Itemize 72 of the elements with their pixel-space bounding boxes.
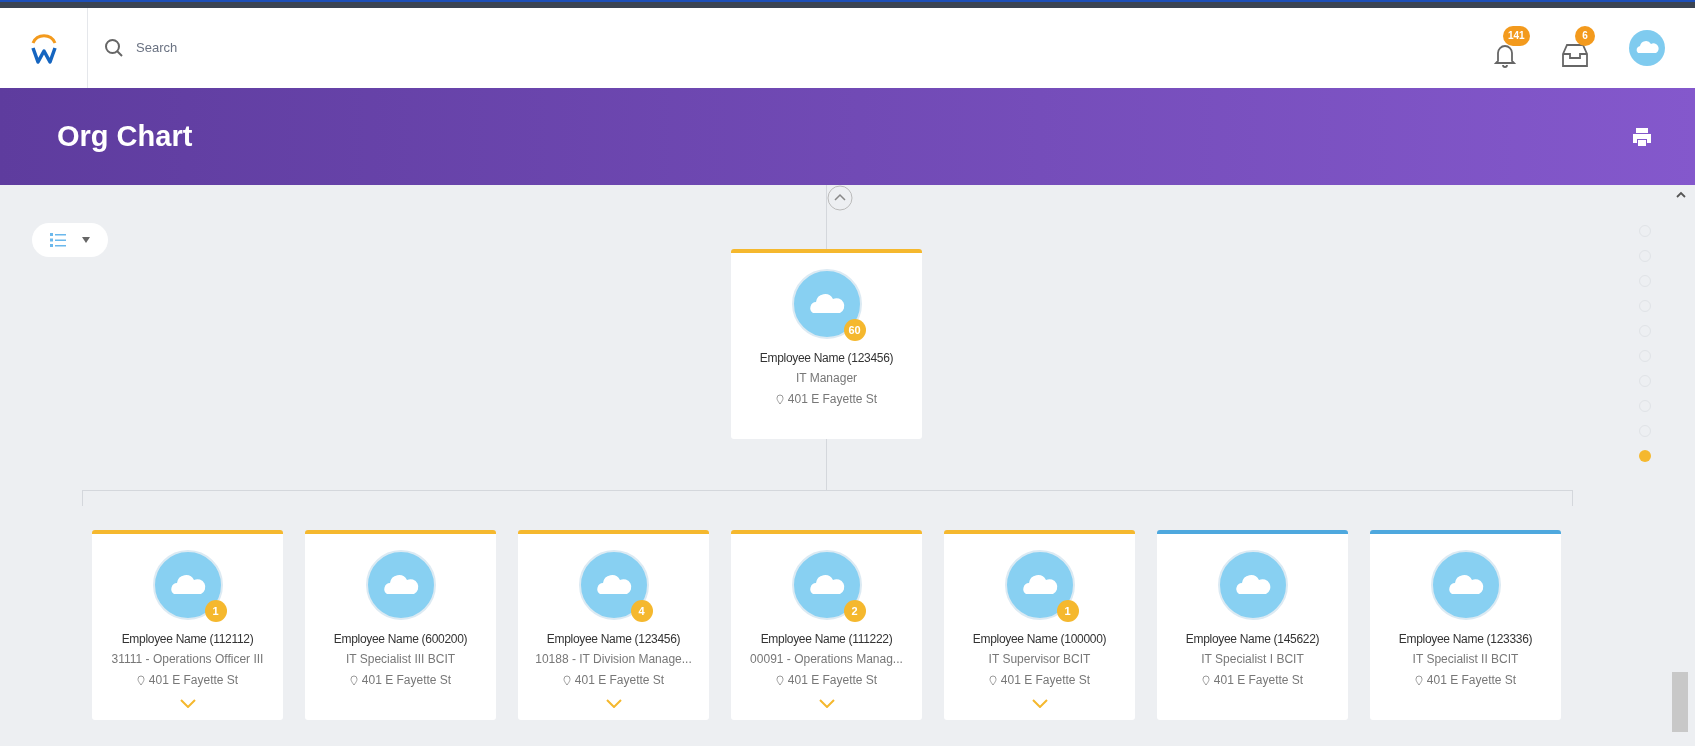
employee-card[interactable]: 1 Employee Name (100000) IT Supervisor BCIT 401 E Fayette St [944, 530, 1135, 720]
location: 401 E Fayette St [787, 391, 878, 408]
location: 401 E Fayette St [787, 672, 878, 689]
scrollbar-thumb[interactable] [1672, 672, 1688, 732]
search-icon [104, 38, 124, 58]
employee-card[interactable]: 4 Employee Name (123456) 10188 - IT Division Manage... 401 E Fayette St [518, 530, 709, 720]
avatar-icon [578, 550, 649, 620]
employee-card[interactable]: 1 Employee Name (112112) 31111 - Operations Officer III 401 E Fayette St [92, 530, 283, 720]
avatar-icon [152, 550, 223, 620]
notification-count: 141 [1503, 26, 1530, 46]
expand-chevron-icon[interactable] [1031, 699, 1048, 708]
avatar-icon[interactable] [1629, 30, 1665, 66]
collapse-up-icon[interactable] [827, 185, 853, 211]
scroll-up-icon[interactable] [1676, 191, 1686, 199]
job-title: IT Specialist I BCIT [1201, 651, 1304, 668]
job-title: IT Specialist III BCIT [345, 651, 456, 668]
print-icon[interactable] [1631, 125, 1653, 148]
employee-name: Employee Name (145622) [1185, 631, 1320, 648]
location: 401 E Fayette St [574, 672, 665, 689]
location-pin-icon [775, 674, 784, 686]
expand-chevron-icon[interactable] [179, 699, 196, 708]
report-count: 4 [630, 600, 653, 622]
employee-card[interactable]: Employee Name (145622) IT Specialist I BCIT 401 E Fayette St [1157, 530, 1348, 720]
location: 401 E Fayette St [1213, 672, 1304, 689]
employee-name: Employee Name (123336) [1398, 631, 1533, 648]
employee-name: Employee Name (123456) [546, 631, 681, 648]
location-pin-icon [136, 674, 145, 686]
employee-name: Employee Name (123456) [759, 350, 894, 367]
employee-card[interactable]: 2 Employee Name (111222) 00091 - Operations Manag... 401 E Fayette St [731, 530, 922, 720]
bell-icon[interactable] [1493, 42, 1517, 68]
report-count: 60 [843, 319, 866, 341]
location: 401 E Fayette St [361, 672, 452, 689]
expand-chevron-icon[interactable] [818, 699, 835, 708]
location-pin-icon [988, 674, 997, 686]
job-title: IT Manager [795, 370, 858, 387]
location-pin-icon [562, 674, 571, 686]
report-count: 2 [843, 600, 866, 622]
search-field[interactable]: Search [136, 38, 436, 58]
report-count: 1 [204, 600, 227, 622]
employee-name: Employee Name (100000) [972, 631, 1107, 648]
page-title: Org Chart [57, 118, 193, 154]
inbox-icon[interactable] [1560, 42, 1590, 68]
employee-card[interactable]: Employee Name (123336) IT Specialist II BCIT 401 E Fayette St [1370, 530, 1561, 720]
job-title: 31111 - Operations Officer III [111, 651, 264, 668]
expand-chevron-icon[interactable] [605, 699, 622, 708]
location: 401 E Fayette St [148, 672, 239, 689]
location-pin-icon [349, 674, 358, 686]
avatar-icon [791, 269, 862, 339]
location-pin-icon [775, 393, 784, 405]
employee-name: Employee Name (111222) [760, 631, 893, 648]
avatar-icon [1430, 550, 1501, 620]
avatar-icon [365, 550, 436, 620]
job-title: IT Specialist II BCIT [1412, 651, 1519, 668]
caret-icon [82, 237, 90, 243]
location-pin-icon [1201, 674, 1210, 686]
inbox-count: 6 [1575, 26, 1595, 46]
avatar-icon [791, 550, 862, 620]
list-icon [50, 233, 66, 247]
employee-name: Employee Name (112112) [121, 631, 254, 648]
employee-card[interactable]: 60 Employee Name (123456) IT Manager 401 E Fayette St [731, 249, 922, 439]
job-title: 10188 - IT Division Manage... [535, 651, 692, 668]
job-title: 00091 - Operations Manag... [750, 651, 903, 668]
location-pin-icon [1414, 674, 1423, 686]
employee-name: Employee Name (600200) [333, 631, 468, 648]
avatar-icon [1004, 550, 1075, 620]
employee-card[interactable]: Employee Name (600200) IT Specialist III BCIT 401 E Fayette St [305, 530, 496, 720]
job-title: IT Supervisor BCIT [988, 651, 1091, 668]
view-toggle-button[interactable] [32, 223, 108, 257]
report-count: 1 [1056, 600, 1079, 622]
avatar-icon [1217, 550, 1288, 620]
location: 401 E Fayette St [1000, 672, 1091, 689]
location: 401 E Fayette St [1426, 672, 1517, 689]
